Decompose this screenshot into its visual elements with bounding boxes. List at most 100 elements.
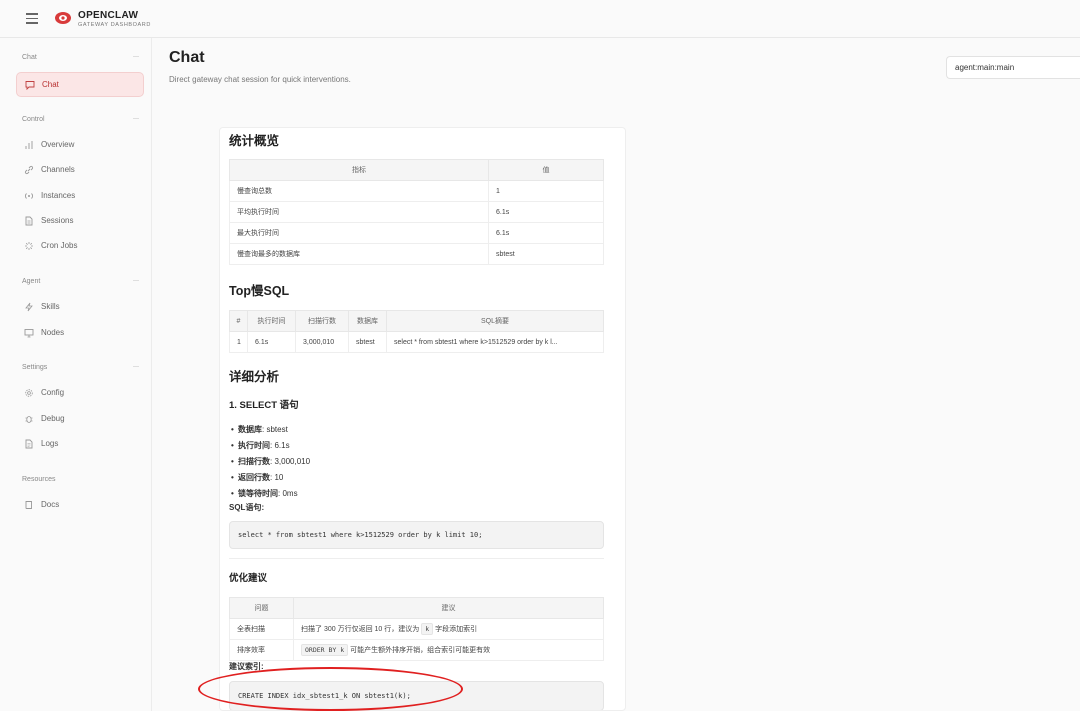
list-item: 执行时间: 6.1s [231,440,310,456]
detail-heading: 详细分析 [229,370,280,384]
logo-icon [55,12,71,24]
sidebar-item-nodes[interactable]: Nodes [16,320,144,345]
table-cell: 扫描了 300 万行仅返回 10 行，建议为 k 字段添加索引 [293,618,604,640]
page-title: Chat [169,49,205,66]
sidebar-item-label: Logs [41,439,59,448]
brand-subtitle: GATEWAY DASHBOARD [78,22,151,28]
section-control-label[interactable]: Control [22,116,45,123]
section-agent-label[interactable]: Agent [22,278,40,285]
sidebar-item-config[interactable]: Config [16,380,144,405]
session-select[interactable]: agent:main:main [946,56,1080,79]
brand-title: OPENCLAW [78,10,139,21]
chat-bubble-icon [24,79,36,91]
top-bar: OPENCLAW GATEWAY DASHBOARD [0,0,1080,38]
collapse-icon[interactable]: — [133,364,139,370]
sidebar-item-label: Nodes [41,328,65,337]
collapse-icon[interactable]: — [133,116,139,122]
sidebar-item-label: Skills [41,302,60,311]
table-cell: sbtest [488,243,604,265]
gear-icon [23,387,35,399]
sidebar-item-skills[interactable]: Skills [16,294,144,319]
sidebar-item-label: Docs [41,500,60,509]
table-cell: 3,000,010 [295,331,349,353]
sidebar-item-chat[interactable]: Chat [16,72,144,97]
table-header: SQL摘要 [386,310,604,332]
bar-chart-icon [23,139,35,151]
table-cell: 排序效率 [229,639,294,661]
table-row: 排序效率 ORDER BY k 可能产生额外排序开销，组合索引可能更有效 [229,639,604,661]
lightning-icon [23,301,35,313]
table-row: 1 6.1s 3,000,010 sbtest select * from sb… [229,331,604,353]
table-cell: 全表扫描 [229,618,294,640]
table-header: 指标 [229,159,489,181]
document-icon [23,215,35,227]
table-header: # [229,310,248,332]
sql-code-block[interactable]: select * from sbtest1 where k>1512529 or… [229,521,604,549]
table-row: 平均执行时间 6.1s [229,201,604,223]
table-header: 问题 [229,597,294,619]
list-item: 扫描行数: 3,000,010 [231,456,310,472]
table-header: 执行时间 [247,310,296,332]
table-header: 值 [488,159,604,181]
table-cell: 1 [229,331,248,353]
optimization-table: 问题 建议 全表扫描 扫描了 300 万行仅返回 10 行，建议为 k 字段添加… [229,597,604,661]
table-row: 慢查询最多的数据库 sbtest [229,243,604,265]
table-cell: 平均执行时间 [229,201,489,223]
sidebar-item-debug[interactable]: Debug [16,406,144,431]
detail-list: 数据库: sbtest 执行时间: 6.1s 扫描行数: 3,000,010 返… [231,424,310,504]
file-text-icon [23,438,35,450]
menu-icon[interactable] [26,13,38,24]
sidebar-item-label: Channels [41,165,75,174]
sidebar-item-overview[interactable]: Overview [16,132,144,157]
book-icon [23,499,35,511]
optimization-heading: 优化建议 [229,573,268,584]
stats-heading: 统计概览 [229,134,280,148]
sidebar-item-label: Cron Jobs [41,241,78,250]
sidebar-item-label: Config [41,388,65,397]
list-item: 数据库: sbtest [231,424,310,440]
table-header: 数据库 [348,310,387,332]
table-cell: sbtest [348,331,387,353]
collapse-icon[interactable]: — [133,278,139,284]
sidebar-item-docs[interactable]: Docs [16,492,144,517]
loader-icon [23,240,35,252]
table-row: 慢查询总数 1 [229,180,604,202]
divider [229,558,604,559]
link-icon [23,164,35,176]
chat-message: 统计概览 指标 值 慢查询总数 1 平均执行时间 6.1s 最大执行时间 6.1… [219,127,626,711]
sidebar-item-label: Instances [41,191,76,200]
radio-signal-icon [23,190,35,202]
table-row: 最大执行时间 6.1s [229,222,604,244]
top-sql-table: # 执行时间 扫描行数 数据库 SQL摘要 1 6.1s 3,000,010 s… [229,310,604,353]
section-chat-label[interactable]: Chat [22,54,37,61]
sidebar-item-label: Chat [42,80,59,89]
statement-heading: 1. SELECT 语句 [229,400,299,411]
sidebar-item-channels[interactable]: Channels [16,157,144,182]
bug-icon [23,413,35,425]
list-item: 返回行数: 10 [231,472,310,488]
sidebar-item-instances[interactable]: Instances [16,183,144,208]
section-settings-label[interactable]: Settings [22,364,47,371]
sidebar-item-cron-jobs[interactable]: Cron Jobs [16,233,144,258]
stats-table: 指标 值 慢查询总数 1 平均执行时间 6.1s 最大执行时间 6.1s 慢查询… [229,159,604,265]
sidebar-item-logs[interactable]: Logs [16,431,144,456]
table-cell: 6.1s [247,331,296,353]
annotation-ellipse [198,667,463,711]
top-sql-heading: Top慢SQL [229,284,290,298]
sidebar: Chat — Chat Control — Overview Channels … [0,38,152,711]
page-subtitle: Direct gateway chat session for quick in… [169,75,351,84]
inline-code: k [421,623,434,635]
table-cell: ORDER BY k 可能产生额外排序开销，组合索引可能更有效 [293,639,604,661]
table-cell: 1 [488,180,604,202]
table-cell: 6.1s [488,201,604,223]
table-cell: 最大执行时间 [229,222,489,244]
sidebar-item-sessions[interactable]: Sessions [16,208,144,233]
section-resources-label[interactable]: Resources [22,476,55,483]
monitor-icon [23,327,35,339]
sidebar-item-label: Debug [41,414,65,423]
sidebar-item-label: Sessions [41,216,74,225]
table-cell: 慢查询最多的数据库 [229,243,489,265]
collapse-icon[interactable]: — [133,54,139,60]
sql-label: SQL语句: [229,503,265,512]
table-row: 全表扫描 扫描了 300 万行仅返回 10 行，建议为 k 字段添加索引 [229,618,604,640]
